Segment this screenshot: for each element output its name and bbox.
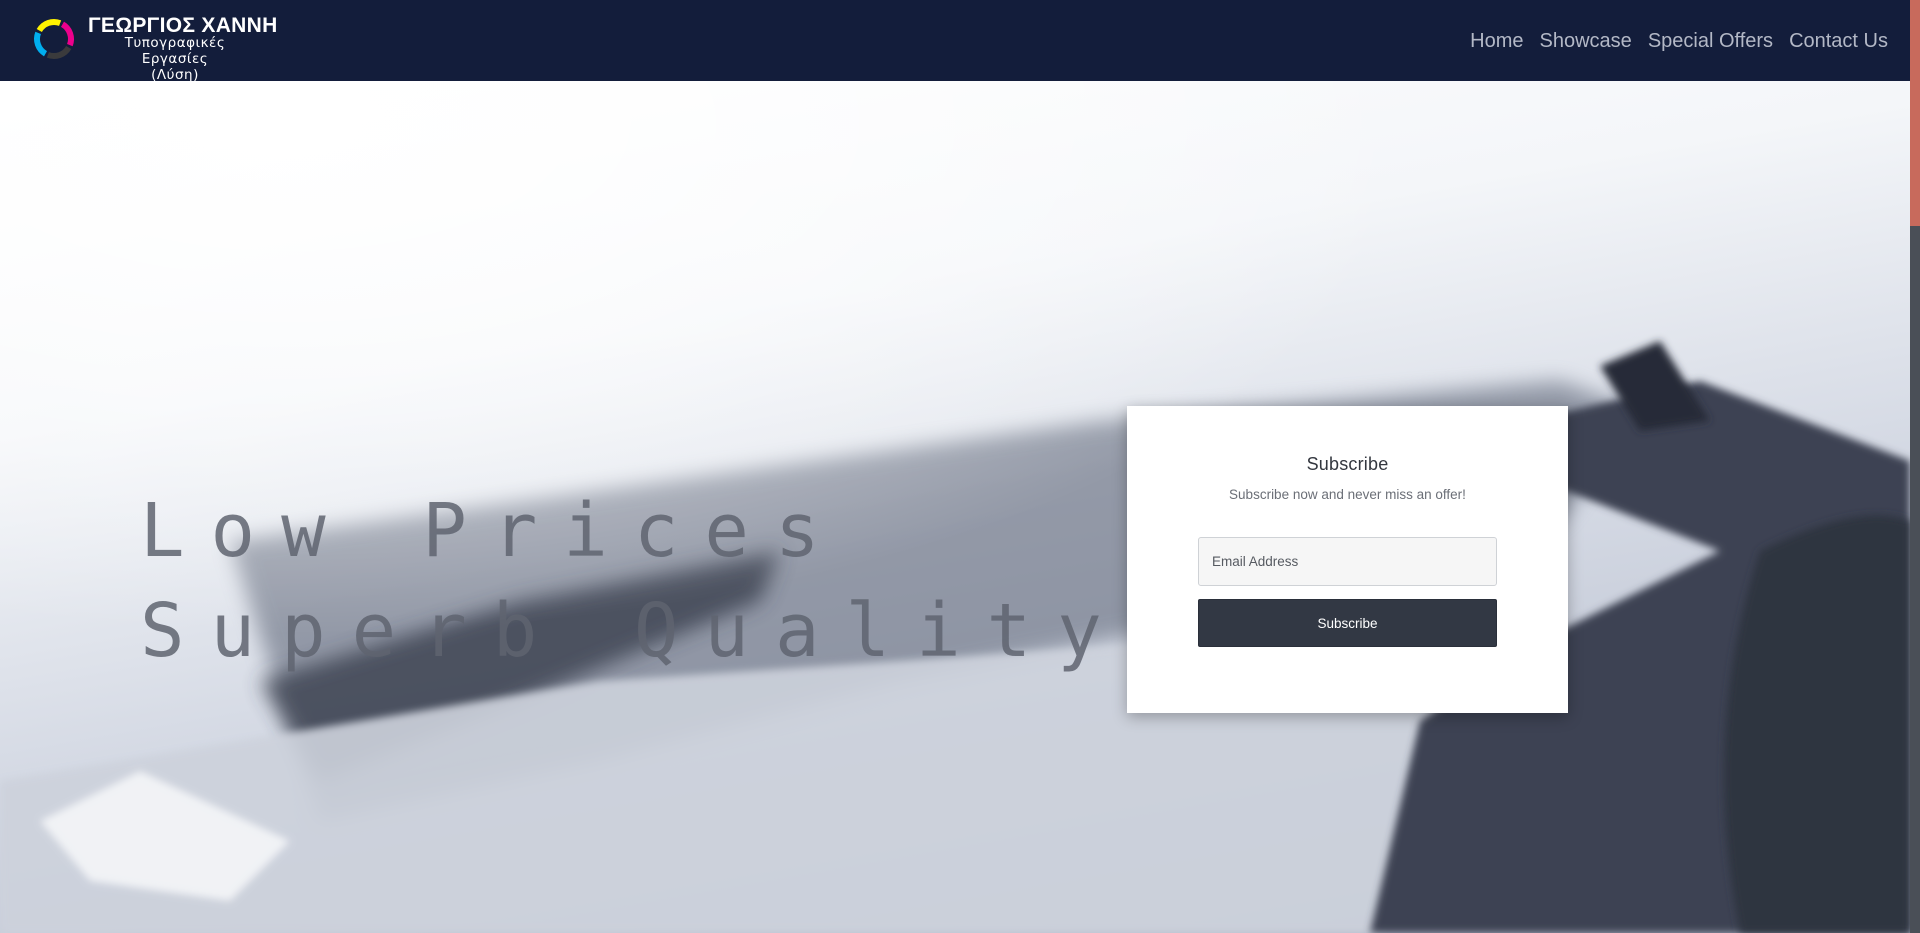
main-nav: Home Showcase Special Offers Contact Us (1470, 27, 1888, 55)
brand-subtitle-line2: (Λύση) (151, 67, 199, 83)
email-input[interactable] (1198, 537, 1497, 586)
page: ΓΕΩΡΓΙΟΣ ΧΑΝΝΗ Τυπογραφικές Εργασίες (Λύ… (0, 0, 1920, 933)
hero-section: Low Prices Superb Quality (0, 81, 1910, 933)
nav-link-home[interactable]: Home (1470, 27, 1523, 55)
navbar: ΓΕΩΡΓΙΟΣ ΧΑΝΝΗ Τυπογραφικές Εργασίες (Λύ… (0, 0, 1910, 83)
subscribe-title: Subscribe (1306, 454, 1389, 474)
brand-subtitle: Τυπογραφικές Εργασίες (Λύση) (92, 35, 258, 83)
subscribe-button[interactable]: Subscribe (1198, 599, 1497, 647)
nav-link-contact-us[interactable]: Contact Us (1789, 27, 1888, 55)
hero-headline-line2: Superb Quality (140, 588, 1128, 674)
brand-subtitle-line1: Τυπογραφικές Εργασίες (124, 35, 226, 67)
nav-link-showcase[interactable]: Showcase (1540, 27, 1632, 55)
cmyk-ring-logo-icon (34, 19, 74, 60)
subscribe-text: Subscribe now and never miss an offer! (1229, 487, 1466, 502)
subscribe-card: Subscribe Subscribe now and never miss a… (1127, 406, 1568, 713)
hero-headline: Low Prices Superb Quality (140, 481, 1128, 681)
hero-headline-line1: Low Prices (140, 488, 846, 574)
nav-link-special-offers[interactable]: Special Offers (1648, 27, 1773, 55)
scrollbar-thumb[interactable] (1910, 0, 1920, 226)
brand[interactable]: ΓΕΩΡΓΙΟΣ ΧΑΝΝΗ Τυπογραφικές Εργασίες (Λύ… (32, 14, 277, 83)
page-scrollbar[interactable] (1910, 0, 1920, 933)
